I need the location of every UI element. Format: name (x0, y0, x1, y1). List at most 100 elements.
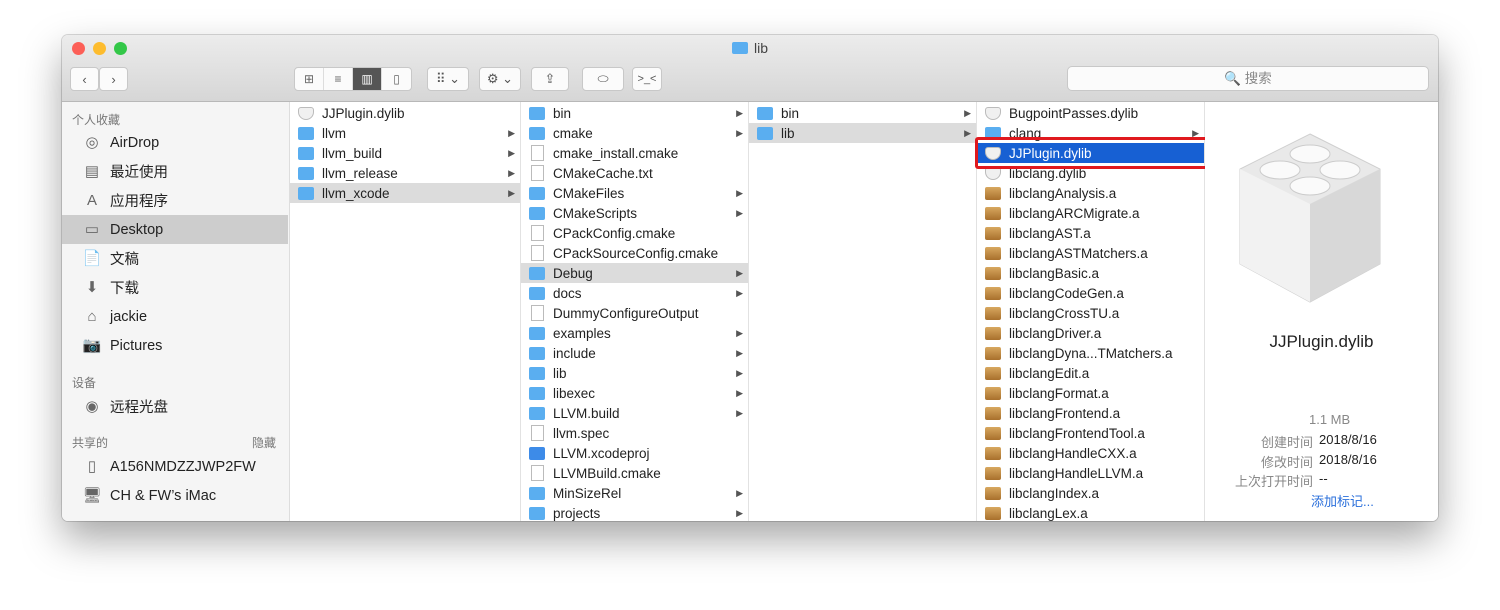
folder-icon (529, 106, 545, 120)
file-row[interactable]: LLVM.xcodeproj (521, 443, 748, 463)
arch-icon (985, 446, 1001, 460)
file-row[interactable]: cmake_install.cmake (521, 143, 748, 163)
folder-icon (298, 186, 314, 200)
sidebar-item[interactable]: 📄 文稿 (62, 244, 288, 273)
disclosure-arrow-icon: ▶ (736, 107, 743, 118)
sidebar-item[interactable]: 📷 Pictures (62, 331, 288, 360)
file-row[interactable]: libclangFrontendTool.a (977, 423, 1204, 443)
file-row[interactable]: libclangFormat.a (977, 383, 1204, 403)
column-view-button[interactable]: ▥ (353, 68, 382, 90)
file-row[interactable]: DummyConfigureOutput (521, 303, 748, 323)
sidebar-item[interactable]: A 应用程序 (62, 186, 288, 215)
file-name: CMakeFiles (553, 185, 625, 201)
sidebar-item[interactable]: ⌂ jackie (62, 302, 288, 331)
xcodeproj-icon (529, 446, 545, 460)
sidebar-item[interactable]: ▭ Desktop (62, 215, 288, 244)
file-row[interactable]: projects ▶ (521, 503, 748, 521)
forward-button[interactable]: › (99, 67, 128, 91)
file-icon (531, 305, 544, 321)
file-row[interactable]: libclangDyna...TMatchers.a (977, 343, 1204, 363)
file-row[interactable]: CMakeCache.txt (521, 163, 748, 183)
file-name: bin (781, 105, 800, 121)
file-row[interactable]: LLVM.build ▶ (521, 403, 748, 423)
sidebar-item[interactable]: 🖥 CH & FW’s iMac (62, 481, 288, 510)
disclosure-arrow-icon: ▶ (736, 387, 743, 398)
file-row[interactable]: llvm_xcode ▶ (290, 183, 520, 203)
hide-shared-button[interactable]: 隐藏 (252, 434, 276, 451)
file-row[interactable]: CMakeScripts ▶ (521, 203, 748, 223)
file-row[interactable]: bin ▶ (749, 103, 976, 123)
disclosure-arrow-icon: ▶ (508, 167, 515, 178)
file-row[interactable]: bin ▶ (521, 103, 748, 123)
file-row[interactable]: CPackConfig.cmake (521, 223, 748, 243)
file-row[interactable]: docs ▶ (521, 283, 748, 303)
sidebar-item-icon: 📄 (82, 249, 102, 267)
file-row[interactable]: JJPlugin.dylib (290, 103, 520, 123)
file-row[interactable]: libclangLex.a (977, 503, 1204, 521)
file-row[interactable]: llvm ▶ (290, 123, 520, 143)
arch-icon (985, 466, 1001, 480)
file-row[interactable]: libclangBasic.a (977, 263, 1204, 283)
file-row[interactable]: llvm.spec (521, 423, 748, 443)
disclosure-arrow-icon: ▶ (736, 127, 743, 138)
action-gear-button[interactable]: ⚙ ⌄ (479, 67, 521, 91)
folder-icon (529, 126, 545, 140)
meta-label: 修改时间 (1260, 455, 1313, 470)
sidebar-item-label: 下载 (110, 281, 139, 297)
file-row[interactable]: include ▶ (521, 343, 748, 363)
file-row[interactable]: libclangCodeGen.a (977, 283, 1204, 303)
file-row[interactable]: libclangCrossTU.a (977, 303, 1204, 323)
file-row[interactable]: CPackSourceConfig.cmake (521, 243, 748, 263)
arch-icon (985, 226, 1001, 240)
sidebar-item[interactable]: ◎ AirDrop (62, 128, 288, 157)
file-row[interactable]: libexec ▶ (521, 383, 748, 403)
file-row[interactable]: MinSizeRel ▶ (521, 483, 748, 503)
folder-icon (529, 266, 545, 280)
arch-icon (985, 286, 1001, 300)
column-1: JJPlugin.dylib llvm ▶ llvm_build ▶ llvm_relea… (290, 102, 521, 521)
file-row[interactable]: libclangIndex.a (977, 483, 1204, 503)
back-button[interactable]: ‹ (70, 67, 99, 91)
file-row[interactable]: libclangAnalysis.a (977, 183, 1204, 203)
share-button[interactable]: ⇪ (531, 67, 569, 91)
file-row[interactable]: libclangARCMigrate.a (977, 203, 1204, 223)
file-row[interactable]: libclangHandleCXX.a (977, 443, 1204, 463)
arrange-button[interactable]: ⠿ ⌄ (427, 67, 469, 91)
file-row[interactable]: libclangAST.a (977, 223, 1204, 243)
file-row[interactable]: libclangFrontend.a (977, 403, 1204, 423)
file-row[interactable]: CMakeFiles ▶ (521, 183, 748, 203)
cover-flow-button[interactable]: ▯ (382, 68, 411, 90)
sidebar-item[interactable]: ⬇ 下载 (62, 273, 288, 302)
file-name: libclangHandleCXX.a (1009, 445, 1137, 461)
folder-icon (529, 186, 545, 200)
list-view-button[interactable]: ≡ (324, 68, 353, 90)
file-row[interactable]: llvm_build ▶ (290, 143, 520, 163)
file-row[interactable]: llvm_release ▶ (290, 163, 520, 183)
file-row[interactable]: examples ▶ (521, 323, 748, 343)
tag-button[interactable]: ⬭ (582, 67, 624, 91)
file-row[interactable]: Debug ▶ (521, 263, 748, 283)
icon-view-button[interactable]: ⊞ (295, 68, 324, 90)
file-row[interactable]: cmake ▶ (521, 123, 748, 143)
file-name: libclangBasic.a (1009, 265, 1100, 281)
file-row[interactable]: lib ▶ (521, 363, 748, 383)
file-row[interactable]: libclangDriver.a (977, 323, 1204, 343)
folder-icon (529, 506, 545, 520)
toolbar: lib ‹ › ⊞ ≡ ▥ ▯ ⠿ ⌄ ⚙ ⌄ ⇪ ⬭ >_< 🔍 搜索 (62, 35, 1438, 102)
file-name: libclangFormat.a (1009, 385, 1109, 401)
sidebar-item-label: A156NMDZZJWP2FW (110, 458, 256, 475)
sidebar-item-icon: 🖥 (82, 486, 102, 504)
file-row[interactable]: BugpointPasses.dylib (977, 103, 1204, 123)
plugin-lego-icon (1239, 133, 1381, 303)
file-row[interactable]: libclangASTMatchers.a (977, 243, 1204, 263)
file-row[interactable]: libclangEdit.a (977, 363, 1204, 383)
file-row[interactable]: LLVMBuild.cmake (521, 463, 748, 483)
file-row[interactable]: libclangHandleLLVM.a (977, 463, 1204, 483)
sidebar-item[interactable]: ▯ A156NMDZZJWP2FW (62, 452, 288, 481)
file-row[interactable]: lib ▶ (749, 123, 976, 143)
add-tags-link[interactable]: 添加标记... (1311, 491, 1374, 510)
terminal-button[interactable]: >_< (632, 67, 662, 91)
search-input[interactable]: 🔍 搜索 (1067, 66, 1429, 91)
sidebar-item[interactable]: ◉ 远程光盘 (62, 392, 288, 421)
sidebar-item[interactable]: ▤ 最近使用 (62, 157, 288, 186)
